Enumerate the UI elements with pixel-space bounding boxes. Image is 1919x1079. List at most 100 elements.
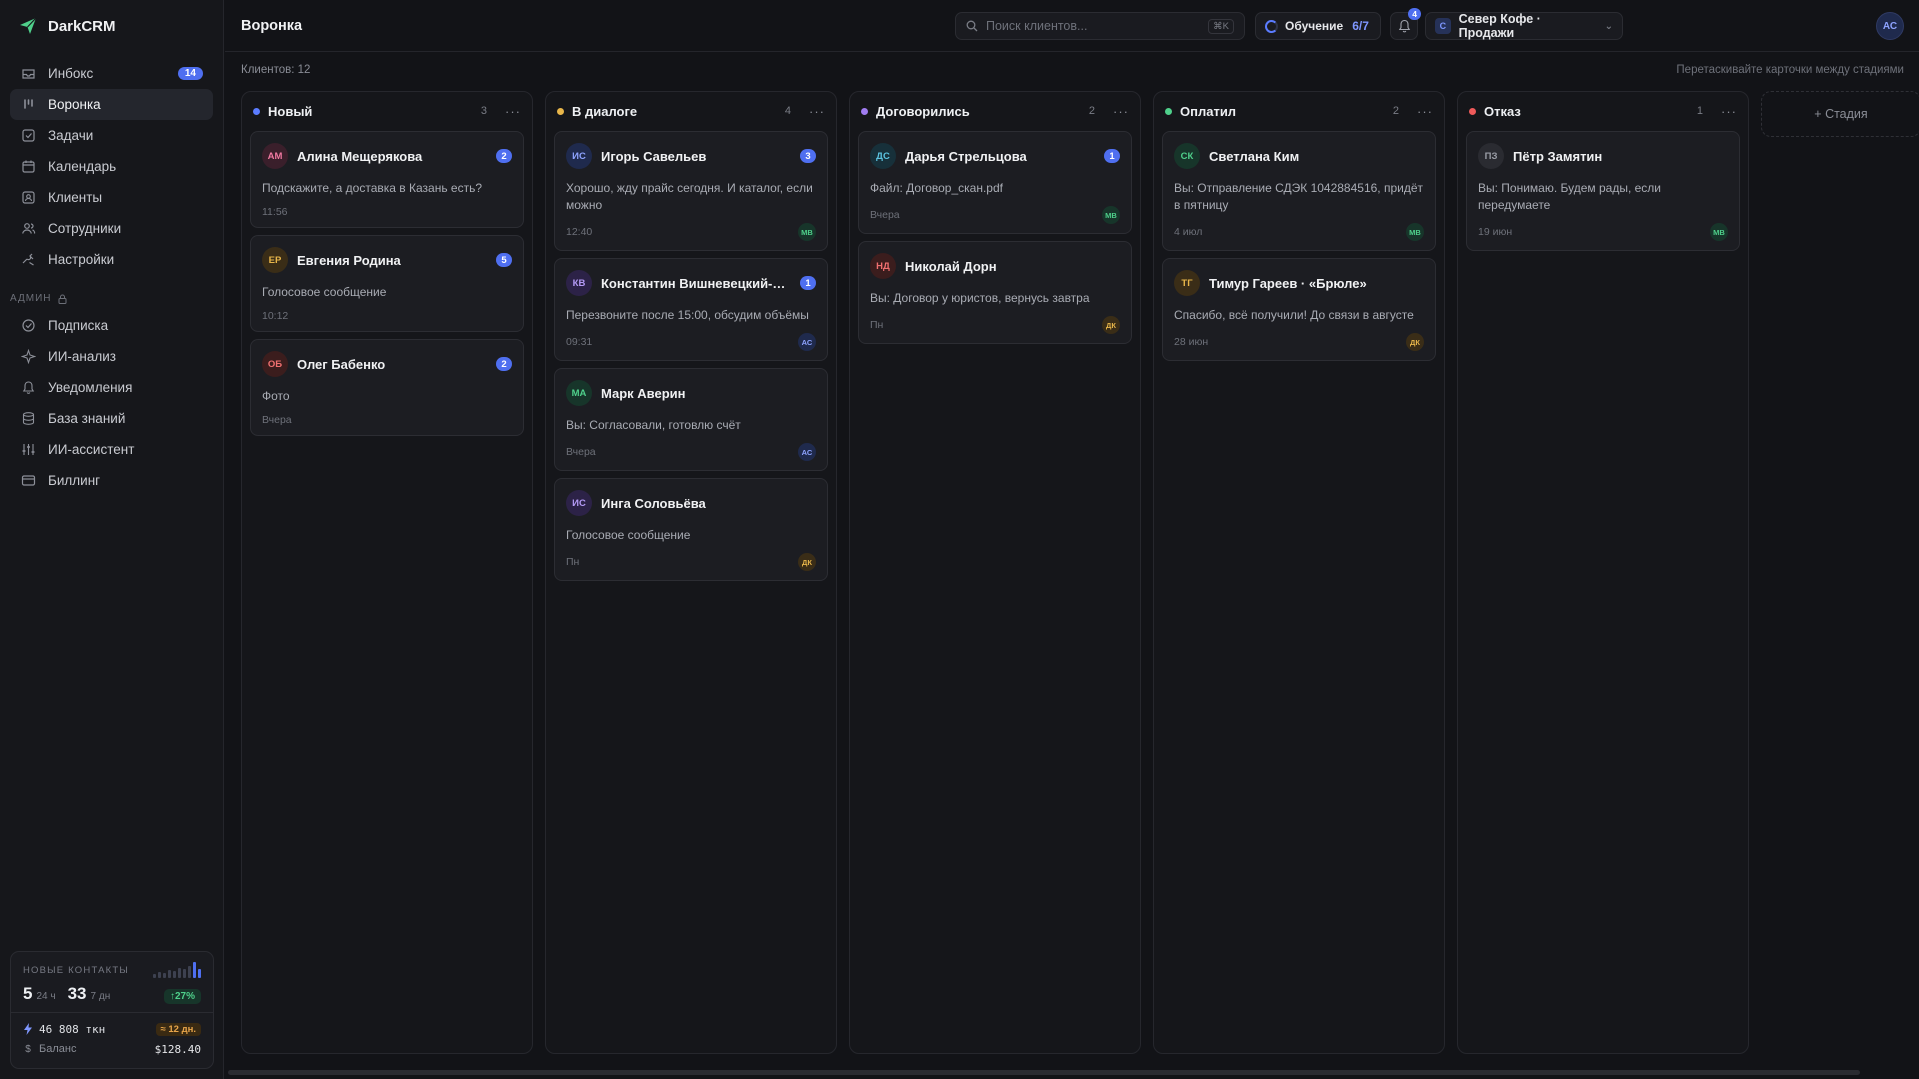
- last-message: Файл: Договор_скан.pdf: [870, 181, 1003, 195]
- client-card[interactable]: ИС Инга Соловьёва Голосовое сообщение Пн ДК: [554, 478, 828, 581]
- sidebar-item-subscription[interactable]: Подписка: [10, 310, 213, 341]
- search-shortcut: ⌘K: [1208, 18, 1234, 34]
- contacts-7d-label: 7 дн: [90, 991, 111, 1002]
- last-message: Вы: Понимаю. Будем рады, если передумает…: [1478, 181, 1662, 212]
- assignee-avatar: МВ: [1710, 223, 1728, 241]
- contacts-7d-value: 33: [67, 984, 87, 1003]
- client-card[interactable]: ТГ Тимур Гареев · «Брюле» Спасибо, всё пол…: [1162, 258, 1436, 361]
- user-avatar[interactable]: АС: [1876, 12, 1904, 40]
- assignee-avatar: ДК: [1102, 316, 1120, 334]
- workspace-name: Север Кофе · Продажи: [1458, 12, 1541, 40]
- client-avatar: ИС: [566, 490, 592, 516]
- sidebar-item-funnel[interactable]: Воронка: [10, 89, 213, 120]
- client-card[interactable]: НД Николай Дорн Вы: Договор у юристов, вер…: [858, 241, 1132, 344]
- last-message: Подскажите, а доставка в Казань есть?: [262, 181, 482, 195]
- contacts-icon: [20, 190, 36, 206]
- days-left-badge: ≈ 12 дн.: [155, 1022, 201, 1036]
- assignee-avatar: ДК: [798, 553, 816, 571]
- sidebar-item-label: Настройки: [48, 252, 115, 267]
- more-options-icon[interactable]: ···: [1417, 104, 1433, 119]
- sidebar-item-label: Календарь: [48, 159, 117, 174]
- client-avatar: ОБ: [262, 351, 288, 377]
- clients-count: Клиентов: 12: [241, 64, 311, 76]
- notifications-button[interactable]: 4: [1390, 8, 1421, 40]
- more-options-icon[interactable]: ···: [1721, 104, 1737, 119]
- sidebar-item-label: Подписка: [48, 318, 109, 333]
- sidebar-item-contacts[interactable]: Клиенты: [10, 182, 213, 213]
- client-name: Тимур Гареев · «Брюле»: [1209, 275, 1367, 291]
- onboarding-button[interactable]: Обучение 6/7: [1255, 12, 1381, 40]
- client-card[interactable]: ДС Дарья Стрельцова 1 Файл: Договор_скан.pd…: [858, 131, 1132, 234]
- client-name: Игорь Савельев: [601, 148, 707, 164]
- sidebar-item-team[interactable]: Сотрудники: [10, 213, 213, 244]
- client-name: Пётр Замятин: [1513, 148, 1603, 164]
- sidebar-item-label: Сотрудники: [48, 221, 122, 236]
- sparkline-chart: [153, 962, 201, 978]
- client-card[interactable]: СК Светлана Ким Вы: Отправление СДЭК 10428…: [1162, 131, 1436, 251]
- sidebar-item-label: База знаний: [48, 411, 126, 426]
- client-avatar: НД: [870, 253, 896, 279]
- sidebar-item-inbox[interactable]: Инбокс 14: [10, 58, 213, 89]
- client-card[interactable]: ИС Игорь Савельев 3 Хорошо, жду прайс сегод…: [554, 131, 828, 251]
- client-card[interactable]: АМ Алина Мещерякова 2 Подскажите, а доставк…: [250, 131, 524, 228]
- sidebar-item-sparkle[interactable]: ИИ-анализ: [10, 341, 213, 372]
- bell-icon: [1398, 19, 1410, 33]
- last-message: Хорошо, жду прайс сегодня. И каталог, ес…: [566, 181, 813, 212]
- pipeline-column: Отказ 1 ··· ПЗ Пётр Замятин Вы: Понимаю. Буде…: [1457, 91, 1749, 1054]
- client-name: Евгения Родина: [297, 252, 401, 268]
- contacts-24h-value: 5: [23, 984, 33, 1003]
- card-header: ЕР Евгения Родина 5: [262, 247, 512, 273]
- sidebar-item-bell[interactable]: Уведомления: [10, 372, 213, 403]
- sidebar-item-sliders[interactable]: ИИ-ассистент: [10, 434, 213, 465]
- page-title: Воронка: [241, 17, 303, 34]
- client-avatar: ПЗ: [1478, 143, 1504, 169]
- more-options-icon[interactable]: ···: [505, 104, 521, 119]
- app-name: DarkCRM: [48, 17, 116, 35]
- billing-icon: [20, 473, 36, 489]
- client-card[interactable]: ЕР Евгения Родина 5 Голосовое сообщение 10:1…: [250, 235, 524, 332]
- client-name: Николай Дорн: [905, 258, 997, 274]
- message-time: 19 июн: [1478, 226, 1513, 238]
- message-time: Пн: [566, 556, 580, 568]
- assignee-avatar: МВ: [1406, 223, 1424, 241]
- balance-value: $128.40: [154, 1042, 201, 1056]
- message-time: 09:31: [566, 336, 593, 348]
- sidebar-item-label: Биллинг: [48, 473, 101, 488]
- client-card[interactable]: КВ Константин Вишневецкий-О... 1 Перезвонит…: [554, 258, 828, 361]
- sidebar-item-calendar[interactable]: Календарь: [10, 151, 213, 182]
- message-time: 28 июн: [1174, 336, 1209, 348]
- sidebar-item-billing[interactable]: Биллинг: [10, 465, 213, 496]
- last-message: Голосовое сообщение: [262, 285, 387, 299]
- workspace-switcher[interactable]: С Север Кофе · Продажи ⌄: [1425, 12, 1623, 40]
- column-header: В диалоге 4 ···: [554, 98, 828, 124]
- more-options-icon[interactable]: ···: [809, 104, 825, 119]
- new-contacts-widget[interactable]: НОВЫЕ КОНТАКТЫ 5 24 ч 33 7 дн ↑27% 46 80…: [10, 951, 214, 1069]
- client-card[interactable]: ОБ Олег Бабенко 2 Фото Вчера: [250, 339, 524, 436]
- client-card[interactable]: МА Марк Аверин Вы: Согласовали, готовлю сч…: [554, 368, 828, 471]
- client-search[interactable]: ⌘K: [955, 12, 1245, 40]
- onboarding-progress: 6/7: [1352, 19, 1369, 33]
- contacts-24h-label: 24 ч: [36, 991, 56, 1002]
- horizontal-scrollbar[interactable]: [228, 1070, 1860, 1075]
- add-stage-button[interactable]: + Стадия: [1761, 91, 1919, 137]
- column-title: Договорились: [876, 103, 970, 119]
- sidebar-item-database[interactable]: База знаний: [10, 403, 213, 434]
- unread-badge: 2: [496, 357, 512, 371]
- client-avatar: СК: [1174, 143, 1200, 169]
- column-header: Оплатил 2 ···: [1162, 98, 1436, 124]
- balance-label: Баланс: [39, 1043, 77, 1055]
- client-card[interactable]: ПЗ Пётр Замятин Вы: Понимаю. Будем рады, е…: [1466, 131, 1740, 251]
- more-options-icon[interactable]: ···: [1113, 104, 1129, 119]
- column-title: Новый: [268, 103, 313, 119]
- unread-badge: 14: [177, 67, 203, 80]
- sidebar-item-settings[interactable]: Настройки: [10, 244, 213, 275]
- search-input[interactable]: [986, 19, 1201, 33]
- last-message: Перезвоните после 15:00, обсудим объёмы: [566, 308, 809, 322]
- card-footer: 12:40 МВ: [566, 223, 816, 241]
- message-time: Пн: [870, 319, 884, 331]
- last-message: Фото: [262, 389, 290, 403]
- sparkle-icon: [20, 349, 36, 365]
- sidebar-item-checkbox[interactable]: Задачи: [10, 120, 213, 151]
- app-logo[interactable]: DarkCRM: [0, 0, 223, 52]
- unread-badge: 1: [800, 276, 816, 290]
